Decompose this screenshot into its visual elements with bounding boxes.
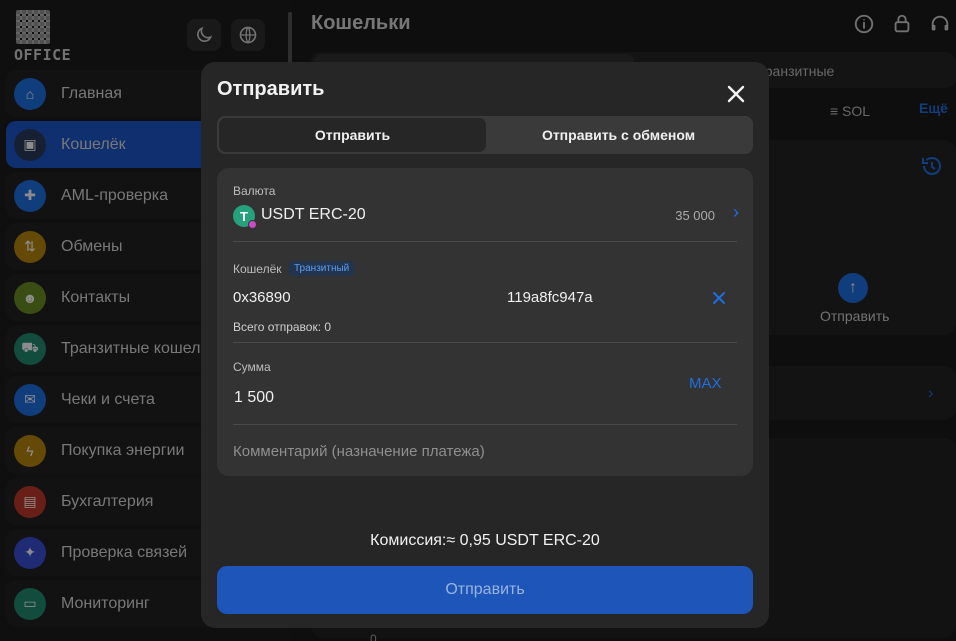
divider	[233, 342, 737, 343]
fee-label: Комиссия:	[370, 532, 447, 549]
fee-value: ≈ 0,95 USDT ERC-20	[446, 532, 600, 549]
ethereum-network-icon	[248, 220, 257, 229]
currency-label: Валюта	[233, 184, 276, 198]
send-modal: Отправить Отправить Отправить с обменом …	[201, 62, 769, 628]
submit-button[interactable]: Отправить	[217, 566, 753, 614]
send-mode-switch: Отправить Отправить с обменом	[217, 116, 753, 154]
wallet-address-end[interactable]: 119a8fc947a	[507, 289, 593, 306]
amount-input[interactable]: 1 500	[234, 389, 274, 407]
send-form: Валюта T USDT ERC-20 35 000 › Кошелёк Тр…	[217, 168, 753, 476]
comment-input[interactable]: Комментарий (назначение платежа)	[233, 443, 485, 460]
wallet-label: Кошелёк	[233, 262, 282, 276]
currency-balance: 35 000	[675, 208, 715, 223]
currency-selector[interactable]: USDT ERC-20	[261, 206, 366, 224]
modal-title: Отправить	[217, 78, 325, 100]
tether-icon: T	[233, 205, 257, 229]
close-icon	[727, 85, 745, 103]
tab-send[interactable]: Отправить	[219, 118, 486, 152]
wallet-address-start[interactable]: 0x36890	[233, 289, 291, 306]
transit-badge: Транзитный	[289, 261, 355, 276]
clear-address-button[interactable]	[711, 290, 727, 306]
close-icon	[713, 292, 725, 304]
divider	[233, 241, 737, 242]
divider	[233, 424, 737, 425]
chevron-right-icon[interactable]: ›	[733, 202, 739, 223]
sent-count: Всего отправок: 0	[233, 320, 332, 334]
tab-send-exchange[interactable]: Отправить с обменом	[486, 118, 751, 152]
max-button[interactable]: MAX	[689, 375, 722, 392]
close-button[interactable]	[724, 82, 748, 106]
fee-text: Комиссия:≈ 0,95 USDT ERC-20	[201, 532, 769, 550]
amount-label: Сумма	[233, 360, 271, 374]
